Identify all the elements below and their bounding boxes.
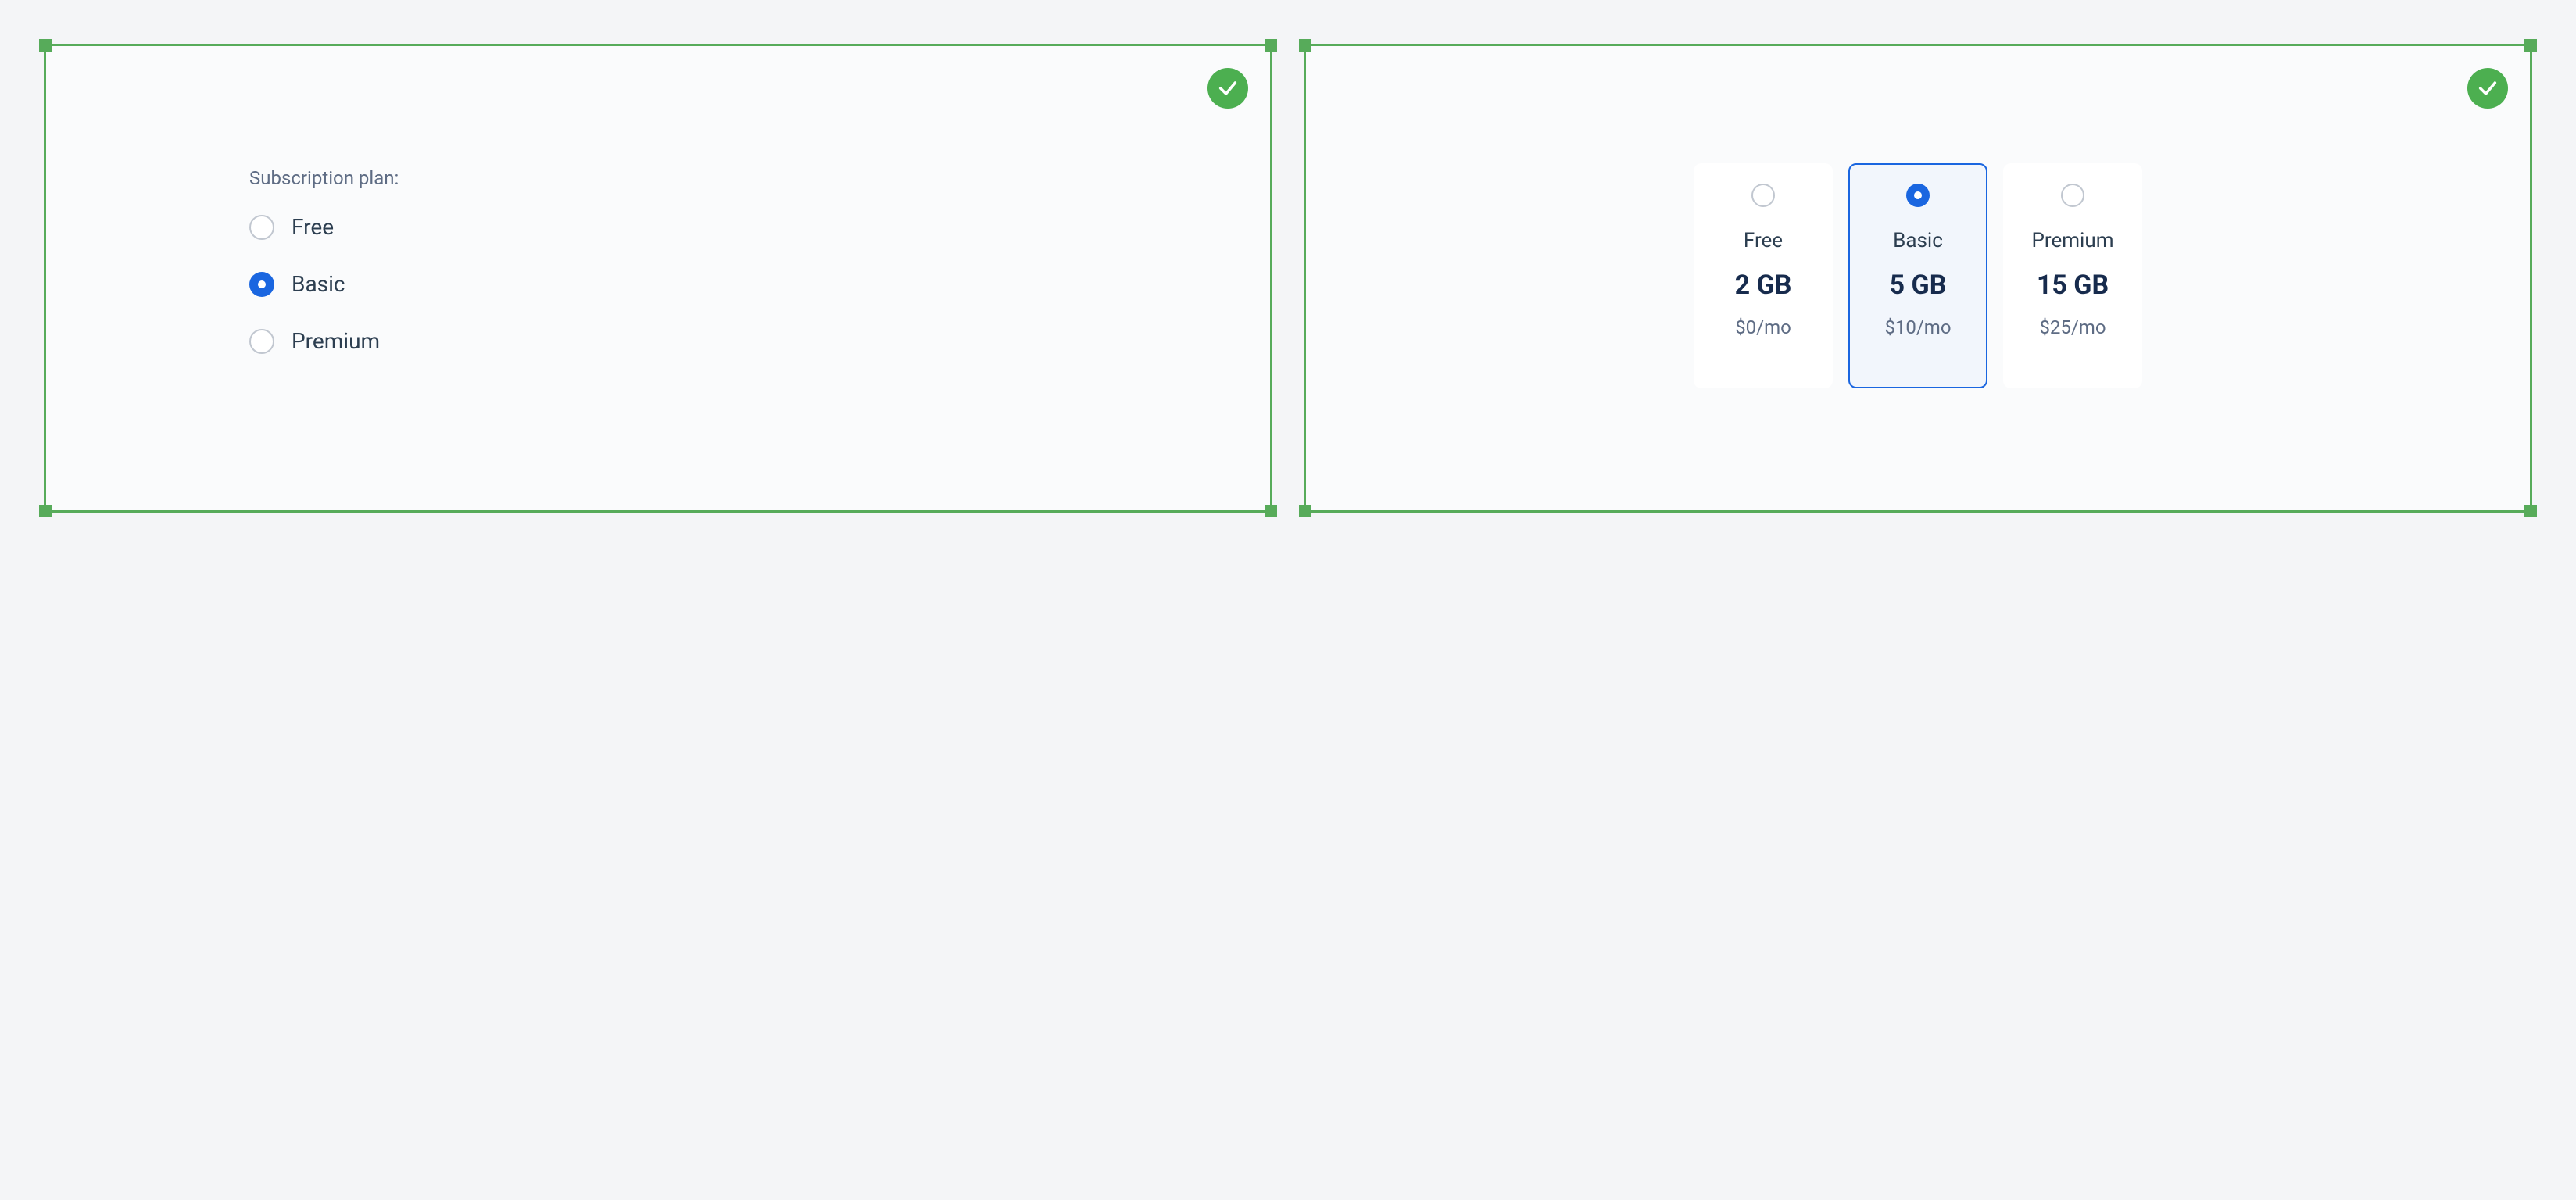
plan-card-free[interactable]: Free 2 GB $0/mo [1694, 163, 1833, 388]
selection-handle[interactable] [39, 39, 52, 52]
radio-icon [1751, 184, 1775, 207]
plan-card-premium[interactable]: Premium 15 GB $25/mo [2003, 163, 2142, 388]
plan-card-group: Free 2 GB $0/mo Basic 5 GB $10/mo Premiu… [1306, 163, 2530, 388]
plan-price: $0/mo [1735, 316, 1791, 338]
radio-label: Free [292, 214, 334, 240]
radio-label: Premium [292, 328, 380, 354]
radio-icon [249, 215, 274, 240]
radio-icon [249, 329, 274, 354]
selection-handle[interactable] [1265, 505, 1277, 517]
plan-storage: 15 GB [2037, 270, 2109, 301]
subscription-radio-group: Subscription plan: Free Basic Premium [249, 167, 399, 354]
radio-icon [2061, 184, 2084, 207]
selection-handle[interactable] [1299, 39, 1311, 52]
selection-handle[interactable] [1299, 505, 1311, 517]
radio-option-premium[interactable]: Premium [249, 328, 399, 354]
radio-label: Basic [292, 271, 345, 297]
radio-icon [249, 272, 274, 297]
selection-handle[interactable] [39, 505, 52, 517]
plan-name: Free [1744, 229, 1783, 252]
radio-icon [1906, 184, 1930, 207]
example-panel-card-radios: Free 2 GB $0/mo Basic 5 GB $10/mo Premiu… [1304, 44, 2532, 512]
plan-storage: 2 GB [1735, 270, 1792, 301]
plan-price: $25/mo [2039, 316, 2106, 338]
example-panel-vertical-radios: Subscription plan: Free Basic Premium [44, 44, 1272, 512]
plan-card-basic[interactable]: Basic 5 GB $10/mo [1848, 163, 1987, 388]
selection-handle[interactable] [2524, 505, 2537, 517]
group-label: Subscription plan: [249, 167, 399, 189]
radio-option-basic[interactable]: Basic [249, 271, 399, 297]
plan-price: $10/mo [1884, 316, 1951, 338]
plan-name: Basic [1893, 229, 1943, 252]
check-badge-icon [2467, 68, 2508, 109]
selection-handle[interactable] [2524, 39, 2537, 52]
plan-storage: 5 GB [1890, 270, 1947, 301]
plan-name: Premium [2031, 229, 2113, 252]
selection-handle[interactable] [1265, 39, 1277, 52]
check-badge-icon [1208, 68, 1248, 109]
radio-option-free[interactable]: Free [249, 214, 399, 240]
